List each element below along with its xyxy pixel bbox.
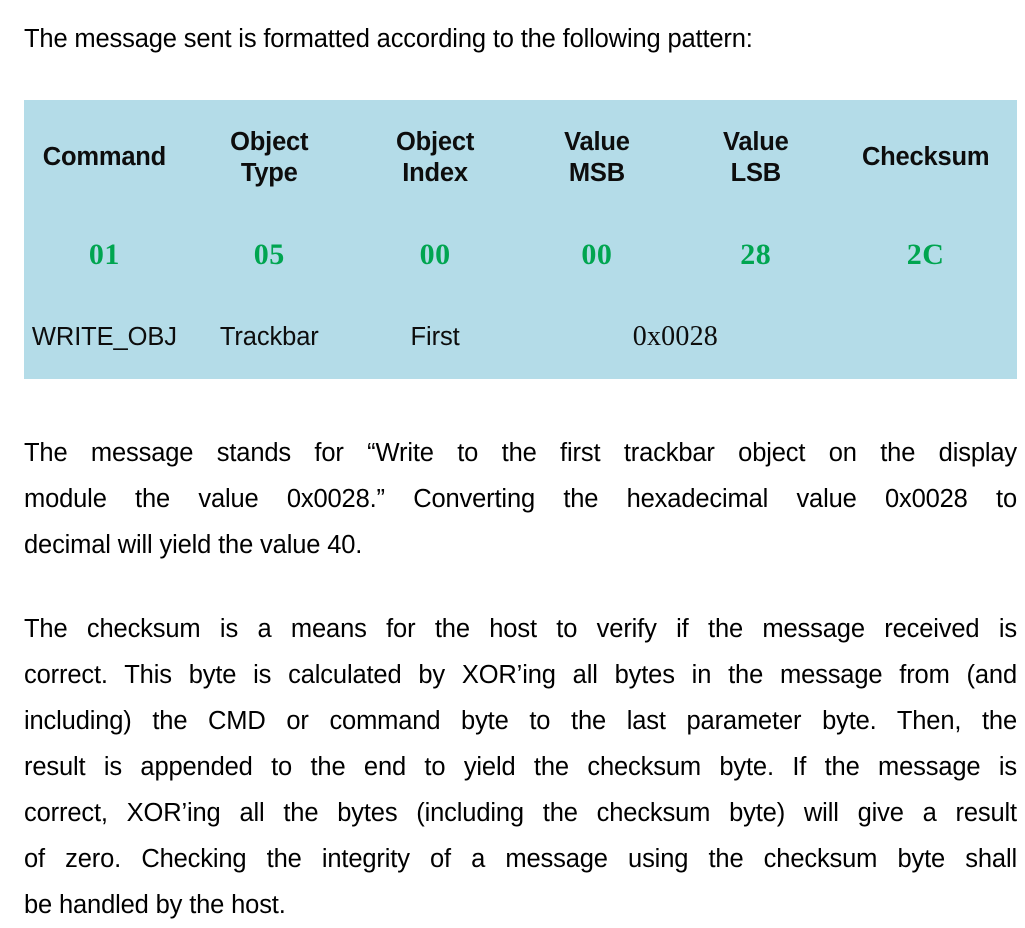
desc-cell-checksum <box>834 295 1017 379</box>
header-object-type-line2: Type <box>240 158 298 187</box>
header-cell-command: Command <box>24 100 185 215</box>
header-cell-value-lsb: Value LSB <box>677 100 835 215</box>
hex-cell-value-lsb: 28 <box>677 215 835 295</box>
table-description-row: WRITE_OBJ Trackbar First 0x0028 <box>24 295 1017 379</box>
paragraph-line: including) the CMD or command byte to th… <box>24 707 1017 735</box>
desc-cell-object-type: Trackbar <box>184 295 354 379</box>
desc-cell-object-index: First <box>353 295 517 379</box>
paragraph-line: correct. This byte is calculated by XOR’… <box>24 661 1017 689</box>
header-cell-object-type: Object Type <box>184 100 354 215</box>
header-object-index-line1: Object <box>396 127 475 156</box>
hex-cell-checksum: 2C <box>834 215 1017 295</box>
hex-cell-value-msb: 00 <box>516 215 678 295</box>
hex-cell-object-index: 00 <box>353 215 517 295</box>
table-hex-value-row: 01 05 00 00 28 2C <box>24 215 1017 295</box>
desc-cell-command: WRITE_OBJ <box>24 295 185 379</box>
header-checksum-line1: Checksum <box>861 143 990 171</box>
header-value-msb-line2: MSB <box>568 158 625 187</box>
header-object-index-line2: Index <box>402 158 468 187</box>
hex-cell-command: 01 <box>24 215 185 295</box>
header-cell-object-index: Object Index <box>353 100 517 215</box>
paragraph-line: result is appended to the end to yield t… <box>24 753 1017 781</box>
header-object-type-line1: Object <box>230 127 309 156</box>
paragraph-line: be handled by the host. <box>24 891 286 919</box>
message-format-table-grid: Command Object Type Object Index Value M… <box>24 100 1017 379</box>
header-value-msb-line1: Value <box>564 127 630 156</box>
paragraph-line: decimal will yield the value 40. <box>24 531 363 559</box>
header-value-lsb-line2: LSB <box>730 158 782 187</box>
header-cell-checksum: Checksum <box>834 100 1017 215</box>
header-command-line1: Command <box>42 143 167 171</box>
table-header-row: Command Object Type Object Index Value M… <box>24 100 1017 215</box>
message-format-table: Command Object Type Object Index Value M… <box>24 100 1017 379</box>
paragraph-line: of zero. Checking the integrity of a mes… <box>24 845 1017 873</box>
paragraph-checksum-explanation: The checksum is a means for the host to … <box>24 606 1017 928</box>
lead-paragraph-text: The message sent is formatted according … <box>24 25 753 53</box>
lead-paragraph: The message sent is formatted according … <box>24 16 1017 62</box>
paragraph-line: correct, XOR’ing all the bytes (includin… <box>24 799 1017 827</box>
document-page: The message sent is formatted according … <box>0 0 1025 919</box>
desc-cell-value-merged: 0x0028 <box>516 295 835 379</box>
paragraph-line: The checksum is a means for the host to … <box>24 615 1017 643</box>
header-cell-value-msb: Value MSB <box>516 100 678 215</box>
paragraph-line: The message stands for “Write to the fir… <box>24 439 1017 467</box>
paragraph-message-meaning: The message stands for “Write to the fir… <box>24 430 1017 568</box>
header-value-lsb-line1: Value <box>722 127 789 156</box>
hex-cell-object-type: 05 <box>184 215 354 295</box>
paragraph-line: module the value 0x0028.” Converting the… <box>24 485 1017 513</box>
